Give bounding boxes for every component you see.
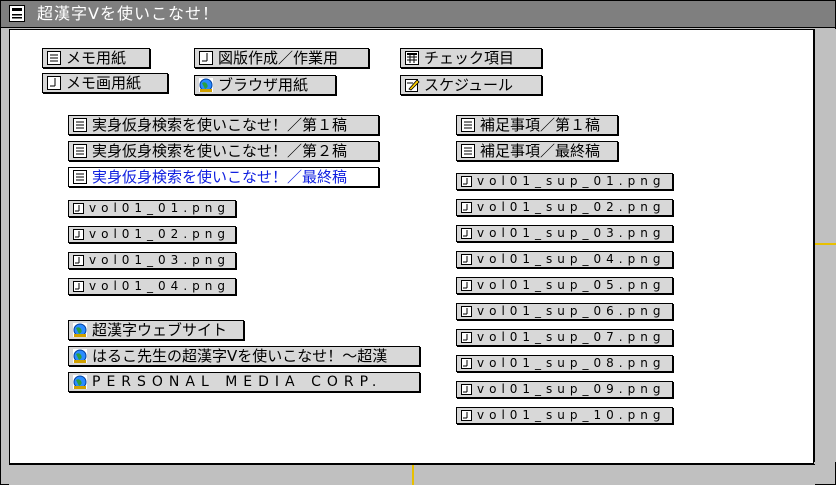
figure-doc-icon — [460, 175, 473, 188]
vobj-label: 実身仮身検索を使いこなせ！／最終稿 — [92, 168, 348, 186]
vobj-label: vol01_sup_07.png — [477, 330, 666, 344]
figure-work-vobj[interactable]: 図版作成／作業用 — [194, 48, 369, 68]
vertical-scrollbar[interactable] — [814, 29, 836, 462]
right-image-6-vobj[interactable]: vol01_sup_06.png — [456, 303, 673, 320]
vobj-label: vol01_01.png — [89, 201, 230, 215]
figure-doc-icon — [460, 253, 473, 266]
title-bar[interactable]: 超漢字Ⅴを使いこなせ！ — [1, 1, 835, 28]
figure-doc-icon — [72, 202, 85, 215]
right-image-7-vobj[interactable]: vol01_sup_07.png — [456, 329, 673, 346]
vobj-label: メモ画用紙 — [66, 74, 142, 92]
vobj-label: 超漢字ウェブサイト — [92, 321, 228, 339]
figure-doc-icon — [460, 227, 473, 240]
right-image-2-vobj[interactable]: vol01_sup_02.png — [456, 199, 673, 216]
vobj-label: vol01_sup_04.png — [477, 252, 666, 266]
document-area[interactable]: メモ用紙 メモ画用紙 図版作成／作業用 ブラウザ用紙 チェック項目 スケジュール… — [9, 29, 814, 464]
vobj-label: vol01_sup_02.png — [477, 200, 666, 214]
left-image-4-vobj[interactable]: vol01_04.png — [68, 278, 236, 295]
right-image-4-vobj[interactable]: vol01_sup_04.png — [456, 251, 673, 268]
text-doc-icon — [46, 50, 62, 66]
horizontal-scroll-thumb[interactable] — [412, 465, 414, 485]
figure-doc-icon — [72, 254, 85, 267]
left-image-2-vobj[interactable]: vol01_02.png — [68, 226, 236, 243]
left-doc-2-vobj[interactable]: 実身仮身検索を使いこなせ！／第２稿 — [68, 141, 379, 161]
vobj-label: 実身仮身検索を使いこなせ！／第２稿 — [92, 142, 348, 160]
figure-doc-icon — [460, 331, 473, 344]
vobj-label: 実身仮身検索を使いこなせ！／第１稿 — [92, 116, 348, 134]
right-doc-2-vobj[interactable]: 補足事項／最終稿 — [456, 141, 618, 161]
horizontal-scrollbar[interactable] — [9, 464, 815, 485]
vobj-label: 図版作成／作業用 — [218, 49, 339, 67]
left-doc-3-vobj[interactable]: 実身仮身検索を使いこなせ！／最終稿 — [68, 167, 379, 187]
left-image-3-vobj[interactable]: vol01_03.png — [68, 252, 236, 269]
globe-icon — [72, 322, 88, 338]
table-icon — [404, 50, 420, 66]
globe-icon — [72, 374, 88, 390]
window-icon[interactable] — [9, 5, 25, 22]
link-website-vobj[interactable]: 超漢字ウェブサイト — [68, 320, 244, 340]
schedule-icon — [404, 77, 420, 93]
link-haruko-vobj[interactable]: はるこ先生の超漢字Ⅴを使いこなせ！～超漢 — [68, 346, 420, 366]
memo-paper-vobj[interactable]: メモ用紙 — [42, 48, 150, 68]
right-image-5-vobj[interactable]: vol01_sup_05.png — [456, 277, 673, 294]
vobj-label: メモ用紙 — [66, 49, 127, 67]
text-doc-icon — [72, 169, 88, 185]
vobj-label: 補足事項／最終稿 — [480, 142, 601, 160]
vobj-label: チェック項目 — [424, 49, 515, 67]
vobj-label: vol01_sup_05.png — [477, 278, 666, 292]
vobj-label: 補足事項／第１稿 — [480, 116, 601, 134]
browser-paper-vobj[interactable]: ブラウザ用紙 — [194, 75, 336, 95]
left-doc-1-vobj[interactable]: 実身仮身検索を使いこなせ！／第１稿 — [68, 115, 379, 135]
figure-doc-icon — [460, 279, 473, 292]
vobj-label: PERSONAL MEDIA CORP. — [92, 374, 383, 390]
globe-icon — [72, 348, 88, 364]
vobj-label: vol01_sup_01.png — [477, 174, 666, 188]
vobj-label: vol01_sup_09.png — [477, 382, 666, 396]
figure-doc-icon — [72, 280, 85, 293]
vertical-scroll-thumb[interactable] — [815, 243, 836, 245]
memo-drawing-paper-vobj[interactable]: メモ画用紙 — [42, 73, 168, 93]
right-image-3-vobj[interactable]: vol01_sup_03.png — [456, 225, 673, 242]
vobj-label: vol01_sup_10.png — [477, 408, 666, 422]
vobj-label: vol01_sup_06.png — [477, 304, 666, 318]
schedule-vobj[interactable]: スケジュール — [400, 75, 542, 95]
resize-corner[interactable] — [815, 464, 835, 484]
right-image-9-vobj[interactable]: vol01_sup_09.png — [456, 381, 673, 398]
text-doc-icon — [72, 117, 88, 133]
check-items-vobj[interactable]: チェック項目 — [400, 48, 542, 68]
left-image-1-vobj[interactable]: vol01_01.png — [68, 200, 236, 217]
link-personal-media-vobj[interactable]: PERSONAL MEDIA CORP. — [68, 372, 420, 392]
window-title: 超漢字Ⅴを使いこなせ！ — [37, 4, 219, 23]
right-doc-1-vobj[interactable]: 補足事項／第１稿 — [456, 115, 618, 135]
vobj-label: vol01_03.png — [89, 253, 230, 267]
vobj-label: はるこ先生の超漢字Ⅴを使いこなせ！～超漢 — [92, 347, 388, 365]
right-image-8-vobj[interactable]: vol01_sup_08.png — [456, 355, 673, 372]
figure-doc-icon — [460, 409, 473, 422]
vobj-label: vol01_sup_08.png — [477, 356, 666, 370]
right-image-1-vobj[interactable]: vol01_sup_01.png — [456, 173, 673, 190]
right-image-10-vobj[interactable]: vol01_sup_10.png — [456, 407, 673, 424]
figure-doc-icon — [460, 357, 473, 370]
window: 超漢字Ⅴを使いこなせ！ メモ用紙 メモ画用紙 図版作成／作業用 ブラウザ用紙 チ… — [0, 0, 836, 485]
figure-doc-icon — [46, 75, 62, 91]
text-doc-icon — [72, 143, 88, 159]
figure-doc-icon — [460, 201, 473, 214]
globe-icon — [198, 77, 214, 93]
figure-doc-icon — [460, 305, 473, 318]
vobj-label: vol01_04.png — [89, 279, 230, 293]
figure-doc-icon — [460, 383, 473, 396]
vobj-label: vol01_02.png — [89, 227, 230, 241]
vobj-label: スケジュール — [424, 76, 513, 94]
vobj-label: ブラウザ用紙 — [218, 76, 309, 94]
figure-doc-icon — [198, 50, 214, 66]
figure-doc-icon — [72, 228, 85, 241]
text-doc-icon — [460, 143, 476, 159]
text-doc-icon — [460, 117, 476, 133]
vobj-label: vol01_sup_03.png — [477, 226, 666, 240]
